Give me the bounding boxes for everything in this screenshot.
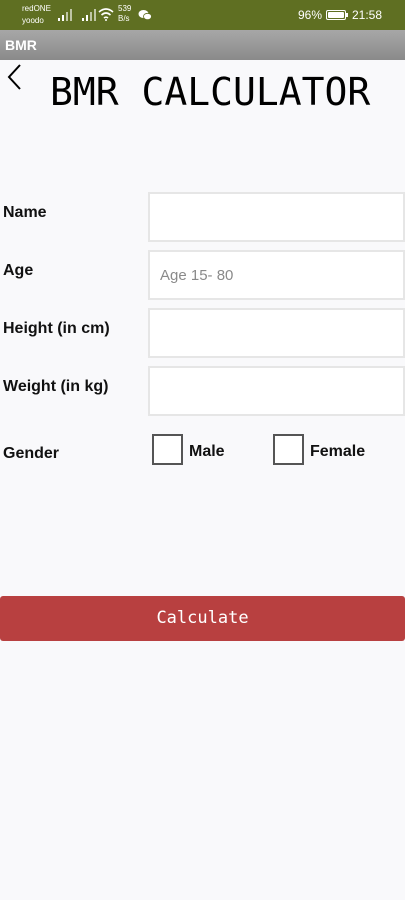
name-input[interactable] <box>148 192 405 242</box>
male-checkbox[interactable] <box>152 434 183 465</box>
app-title: BMR <box>5 37 37 53</box>
app-title-bar: BMR <box>0 30 405 60</box>
female-label[interactable]: Female <box>310 443 365 461</box>
status-bar: redONE yoodo 539 B/s 96% 21:58 <box>0 0 405 30</box>
weight-input[interactable] <box>148 366 405 416</box>
carrier-name-1: redONE <box>22 4 51 13</box>
wifi-icon <box>98 8 114 21</box>
page-title: BMR CALCULATOR <box>50 70 371 114</box>
network-speed: 539 B/s <box>118 4 131 24</box>
age-input[interactable] <box>148 250 405 300</box>
height-input[interactable] <box>148 308 405 358</box>
calculate-button[interactable]: Calculate <box>0 596 405 641</box>
signal-icon <box>82 9 96 21</box>
name-label: Name <box>3 204 47 221</box>
battery-percent: 96% <box>298 8 323 22</box>
carrier-name-2: yoodo <box>22 16 44 25</box>
female-checkbox[interactable] <box>273 434 304 465</box>
gender-label: Gender <box>3 445 60 462</box>
clock: 21:58 <box>352 8 383 22</box>
age-label: Age <box>3 262 34 279</box>
height-label: Height (in cm) <box>3 320 110 337</box>
wechat-icon <box>138 10 152 21</box>
weight-label: Weight (in kg) <box>3 378 109 395</box>
signal-icon <box>58 9 72 21</box>
carrier-info: redONE yoodo <box>22 3 51 27</box>
male-label[interactable]: Male <box>189 443 225 461</box>
chevron-left-icon[interactable] <box>4 62 24 92</box>
network-speed-unit: B/s <box>118 14 130 23</box>
network-speed-value: 539 <box>118 4 132 13</box>
battery-icon <box>326 10 348 20</box>
